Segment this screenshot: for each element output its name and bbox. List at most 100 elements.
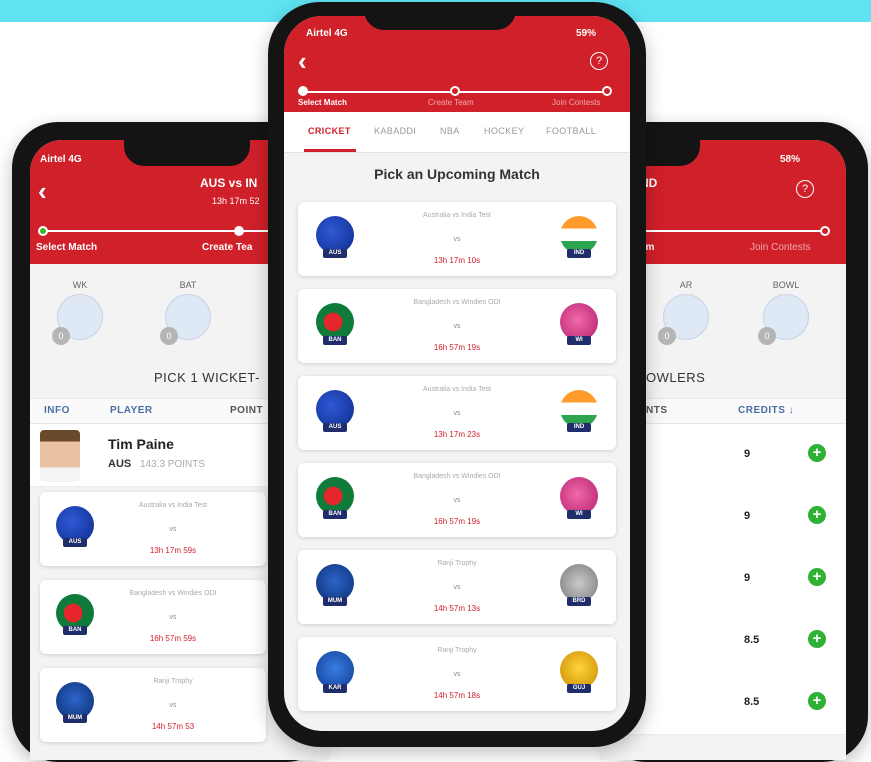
center-step-dot-1 [298, 86, 308, 96]
left-match-card-title: Ranji Trophy [153, 678, 193, 685]
col-player[interactable]: PLAYER [110, 405, 153, 416]
center-step-label-3: Join Contests [552, 98, 601, 107]
player-team: AUS [108, 458, 132, 470]
batsman-icon: 0 [160, 294, 211, 345]
add-player-button[interactable]: + [808, 568, 826, 586]
match-timer: 16h 57m 19s [433, 343, 481, 352]
tab-nba[interactable]: NBA [440, 126, 460, 136]
credit-value: 8.5 [744, 634, 760, 646]
phone-center: Airtel 4G 59% ‹ ? Select Match Create Te… [268, 2, 646, 747]
vs-label: vs [453, 236, 461, 243]
match-card-2[interactable]: Bangladesh vs Windies ODI BAN WI vs 16h … [298, 289, 616, 363]
match-card-6[interactable]: Ranji Trophy KAR GUJ vs 14h 57m 18s [298, 637, 616, 711]
right-status-battery: 58% [780, 154, 801, 165]
tab-hockey[interactable]: HOCKEY [484, 126, 524, 136]
wicketkeeper-icon: 0 [52, 294, 103, 345]
match-card-4[interactable]: Bangladesh vs Windies ODI BAN WI vs 16h … [298, 463, 616, 537]
sport-tabs: CRICKET KABADDI NBA HOCKEY FOOTBALL [284, 112, 630, 153]
right-step-dot-3 [820, 226, 830, 236]
match-timer: 14h 57m 13s [433, 604, 481, 613]
left-section-title: PICK 1 WICKET- [154, 370, 260, 385]
player-name: Tim Paine [108, 436, 174, 452]
vs-label: vs [453, 323, 461, 330]
role-bat-label: BAT [179, 280, 197, 290]
left-step-dot-2 [234, 226, 244, 236]
match-timer: 13h 17m 23s [433, 430, 481, 439]
credit-value: 8.5 [744, 696, 760, 708]
col-points[interactable]: POINT [230, 405, 263, 416]
vs-label: vs [453, 410, 461, 417]
active-tab-indicator [304, 149, 356, 152]
center-step-label-2: Create Team [428, 98, 474, 107]
match-card-5[interactable]: Ranji Trophy MUM BRD vs 14h 57m 13s [298, 550, 616, 624]
left-match-card-3[interactable]: Ranji Trophy MUM vs 14h 57m 53 [40, 668, 266, 742]
role-wk[interactable]: WK 0 [50, 280, 110, 345]
vs-label: vs [453, 497, 461, 504]
tab-football[interactable]: FOOTBALL [546, 126, 596, 136]
center-header: Airtel 4G 59% ‹ ? Select Match Create Te… [284, 16, 630, 112]
col-credits[interactable]: CREDITS ↓ [738, 405, 794, 416]
left-match-timer: 13h 17m 52 [212, 196, 260, 206]
vs-label: vs [169, 614, 177, 621]
add-player-button[interactable]: + [808, 692, 826, 710]
player-points: 143.3 POINTS [140, 459, 206, 470]
left-back-button[interactable]: ‹ [38, 178, 47, 204]
role-bowl-count: 0 [758, 327, 776, 345]
match-card-1[interactable]: Australia vs India Test AUS IND vs 13h 1… [298, 202, 616, 276]
center-notch [364, 2, 516, 30]
add-player-button[interactable]: + [808, 630, 826, 648]
left-step-label-2: Create Tea [202, 242, 253, 253]
center-back-button[interactable]: ‹ [298, 48, 307, 74]
player-photo [40, 430, 80, 482]
left-match-timer-2: 16h 57m 59s [149, 634, 197, 643]
page-title: Pick an Upcoming Match [374, 166, 540, 182]
role-wk-label: WK [72, 280, 88, 290]
role-bat[interactable]: BAT 0 [158, 280, 218, 345]
right-section-title: OWLERS [646, 370, 706, 385]
center-step-dot-2 [450, 86, 460, 96]
role-bowl-label: BOWL [772, 280, 800, 290]
tab-kabaddi[interactable]: KABADDI [374, 126, 416, 136]
center-screen: Airtel 4G 59% ‹ ? Select Match Create Te… [284, 16, 630, 731]
match-card-3[interactable]: Australia vs India Test AUS IND vs 13h 1… [298, 376, 616, 450]
credit-value: 9 [744, 448, 751, 460]
left-step-dot-1 [38, 226, 48, 236]
col-info[interactable]: INFO [44, 405, 70, 416]
col-points-tail[interactable]: NTS [646, 405, 668, 416]
add-player-button[interactable]: + [808, 444, 826, 462]
right-step-label-3: Join Contests [750, 242, 811, 253]
left-notch [124, 140, 250, 166]
role-ar-label: AR [679, 280, 693, 290]
center-status-carrier: Airtel 4G [306, 28, 348, 39]
help-icon[interactable]: ? [796, 180, 814, 198]
role-bowl[interactable]: BOWL 0 [756, 280, 816, 345]
match-timer: 13h 17m 10s [433, 256, 481, 265]
credit-value: 9 [744, 572, 751, 584]
role-bat-count: 0 [160, 327, 178, 345]
left-match-timer-3: 14h 57m 53 [151, 722, 195, 731]
left-match-timer-1: 13h 17m 59s [149, 546, 197, 555]
help-icon[interactable]: ? [590, 52, 608, 70]
role-ar[interactable]: AR 0 [656, 280, 716, 345]
role-wk-count: 0 [52, 327, 70, 345]
left-step-label-1: Select Match [36, 242, 98, 253]
left-match-card-1[interactable]: Australia vs India Test AUS vs 13h 17m 5… [40, 492, 266, 566]
vs-label: vs [169, 526, 177, 533]
vs-label: vs [169, 702, 177, 709]
vs-label: vs [453, 671, 461, 678]
left-match-title: AUS vs IN [200, 176, 258, 190]
tab-cricket[interactable]: CRICKET [308, 126, 351, 136]
match-timer: 14h 57m 18s [433, 691, 481, 700]
role-ar-count: 0 [658, 327, 676, 345]
add-player-button[interactable]: + [808, 506, 826, 524]
bowler-icon: 0 [758, 294, 809, 345]
center-step-label-1: Select Match [298, 98, 347, 107]
credit-value: 9 [744, 510, 751, 522]
vs-label: vs [453, 584, 461, 591]
left-match-card-title: Australia vs India Test [139, 502, 207, 509]
left-match-card-title: Bangladesh vs Windies ODI [129, 590, 217, 597]
center-status-battery: 59% [576, 28, 597, 39]
match-timer: 16h 57m 19s [433, 517, 481, 526]
center-step-dot-3 [602, 86, 612, 96]
left-match-card-2[interactable]: Bangladesh vs Windies ODI BAN vs 16h 57m… [40, 580, 266, 654]
